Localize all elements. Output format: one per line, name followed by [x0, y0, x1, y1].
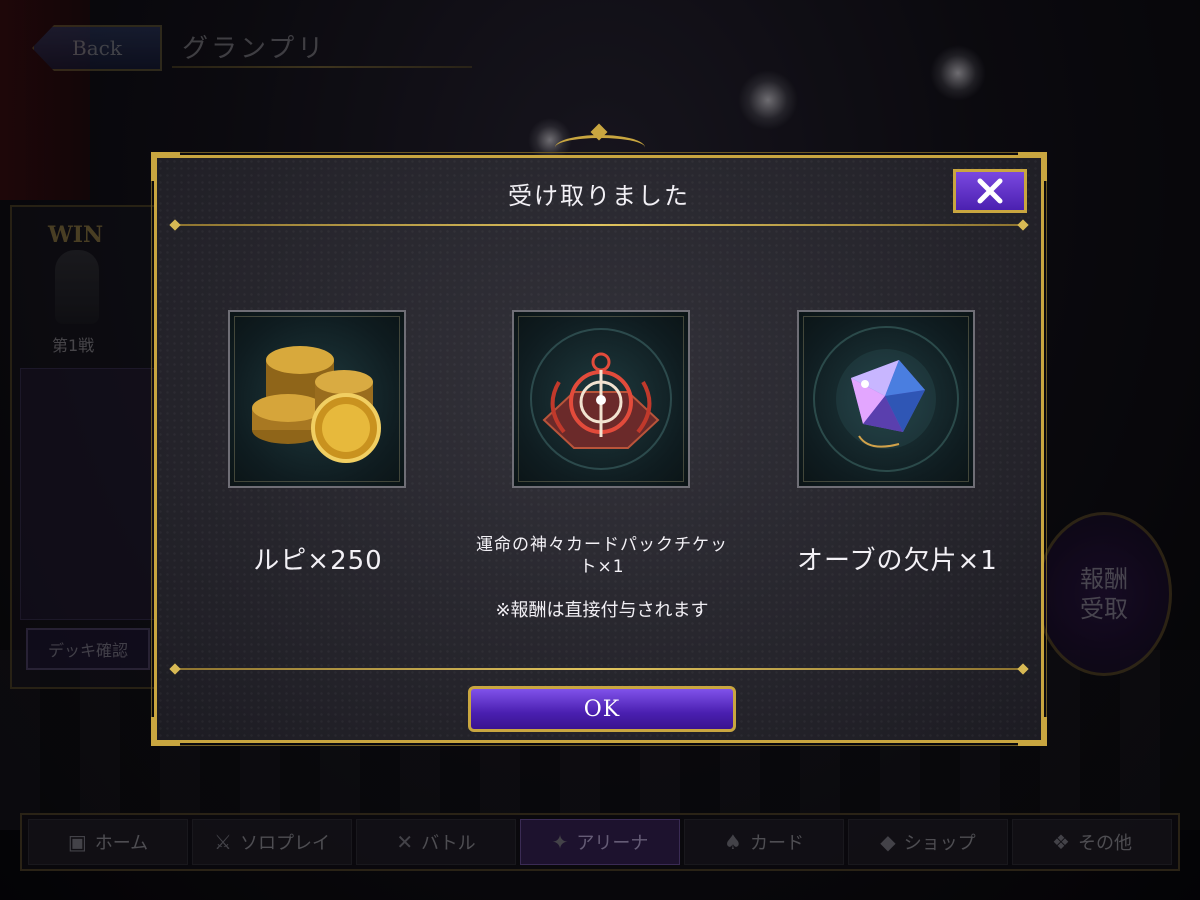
gold-coins-icon [252, 346, 381, 463]
reward-thumbnail [228, 310, 406, 488]
ok-button-label: OK [583, 696, 621, 722]
close-x-icon [977, 178, 1003, 204]
orb-shard-gem-icon [813, 326, 959, 472]
corner-ornament [1018, 717, 1047, 746]
reward-thumbnail [512, 310, 690, 488]
reward-name: ルピ×250 [253, 546, 383, 576]
reward-name: 運命の神々カードパックチケット×1 [476, 535, 728, 577]
reward-item: 運命の神々カードパックチケット×1 [476, 310, 727, 578]
reward-item: オーブの欠片×1 [797, 310, 998, 577]
reward-name: オーブの欠片×1 [797, 546, 998, 576]
corner-ornament [151, 717, 180, 746]
top-divider [175, 224, 1023, 226]
reward-thumbnail [797, 310, 975, 488]
reward-received-dialog: 受け取りました ルピ×250 運命の神々カードパックチケット×1 オーブの欠片×… [151, 152, 1047, 746]
bottom-divider [175, 668, 1023, 670]
close-button[interactable] [953, 169, 1027, 213]
reward-item: ルピ×250 [228, 310, 408, 577]
card-pack-ticket-icon [530, 328, 672, 470]
dialog-title: 受け取りました [508, 182, 690, 210]
ok-button[interactable]: OK [468, 686, 736, 732]
delivery-note: ※報酬は直接付与されます [495, 600, 709, 621]
